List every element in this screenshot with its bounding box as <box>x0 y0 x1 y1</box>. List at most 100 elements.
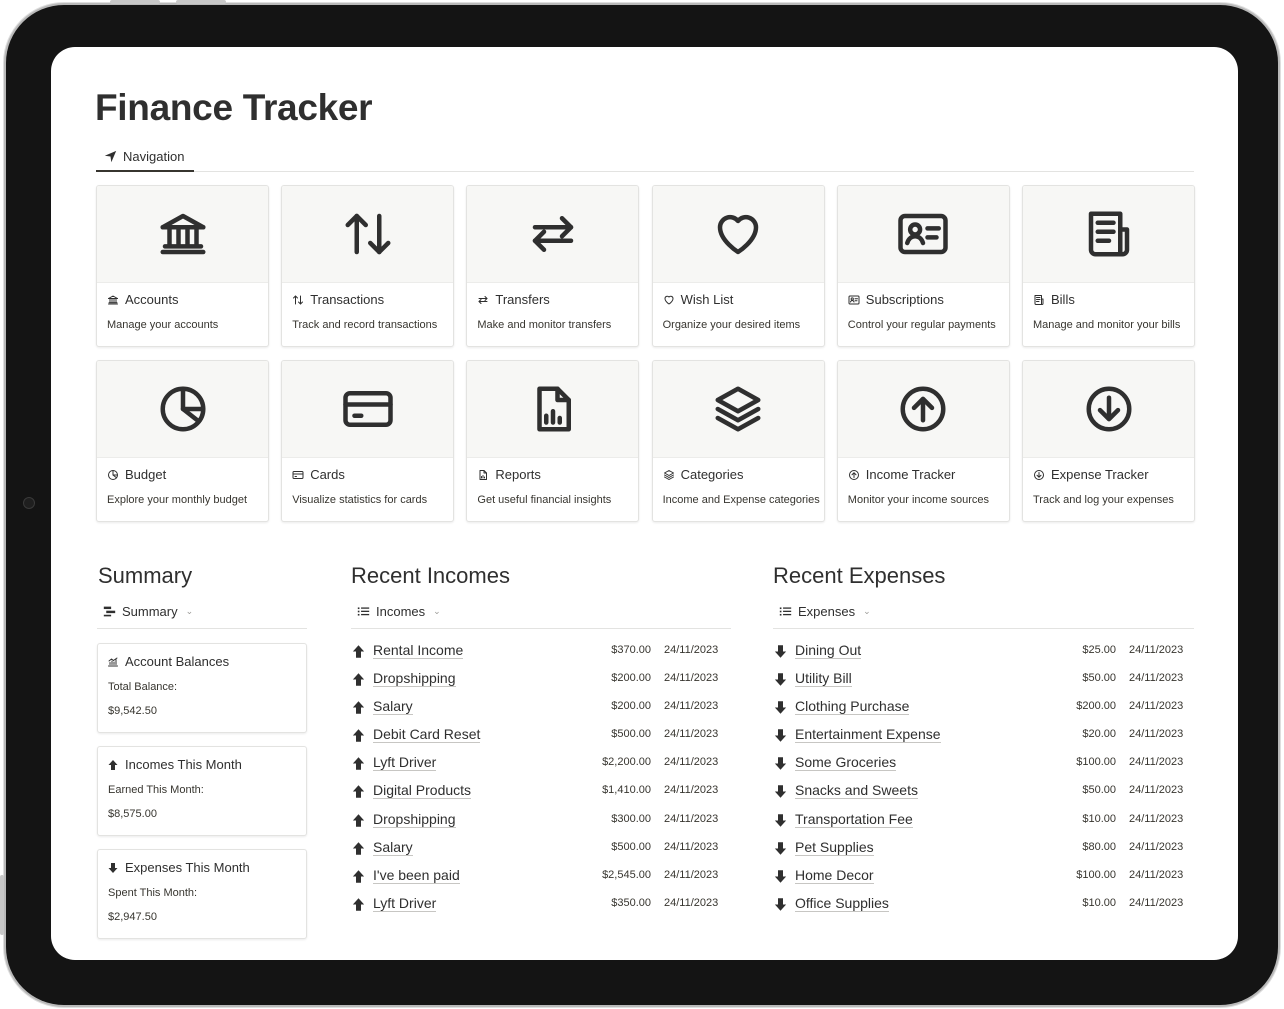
card-title-label: Transactions <box>310 292 385 307</box>
card-description: Manage your accounts <box>107 319 219 331</box>
card-description: Track and log your expenses <box>1033 494 1174 506</box>
nav-card-expense-tracker[interactable]: Expense Tracker Track and log your expens… <box>1022 360 1195 522</box>
expenses-row-date: 24/11/2023 <box>1129 784 1184 797</box>
list-icon <box>779 607 792 616</box>
incomes-row[interactable]: Dropshipping $300.00 24/11/2023 <box>351 806 731 834</box>
incomes-row-name[interactable]: Rental Income <box>373 642 464 659</box>
expenses-row-name[interactable]: Utility Bill <box>795 670 852 688</box>
expenses-view-button[interactable]: Expenses ⌄ <box>779 604 871 619</box>
incomes-row-name[interactable]: Salary <box>373 698 413 716</box>
expenses-row[interactable]: Clothing Purchase $200.00 24/11/2023 <box>773 693 1194 721</box>
incomes-view-button[interactable]: Incomes ⌄ <box>357 604 441 619</box>
incomes-row-date: 24/11/2023 <box>664 784 719 797</box>
expenses-row-name[interactable]: Transportation Fee <box>795 811 913 828</box>
expenses-row-name[interactable]: Clothing Purchase <box>795 698 910 716</box>
expenses-row[interactable]: Transportation Fee $10.00 24/11/2023 <box>773 806 1194 834</box>
incomes-row[interactable]: Debit Card Reset $500.00 24/11/2023 <box>351 721 731 749</box>
summary-card-incomes-this-month[interactable]: Incomes This Month Earned This Month: $8,5… <box>97 746 307 836</box>
expenses-row-name[interactable]: Entertainment Expense <box>795 726 941 744</box>
expenses-row[interactable]: Home Decor $100.00 24/11/2023 <box>773 862 1194 890</box>
nav-card-wish-list[interactable]: Wish List Organize your desired items <box>651 185 825 347</box>
expenses-row-name[interactable]: Pet Supplies <box>795 839 874 856</box>
incomes-row-amount: $2,200.00 <box>602 756 651 769</box>
incomes-row-name[interactable]: Debit Card Reset <box>373 726 481 744</box>
nav-card-transfers[interactable]: Transfers Make and monitor transfers <box>466 185 640 347</box>
arrow-down-icon <box>774 729 787 743</box>
card-title: Cards <box>292 467 345 482</box>
incomes-row-name[interactable]: Lyft Driver <box>373 895 437 912</box>
tab-navigation[interactable]: Navigation <box>96 143 194 172</box>
summary-card-account-balances[interactable]: Account Balances Total Balance: $9,542.50 <box>97 643 307 733</box>
arrow-up-icon <box>108 759 118 770</box>
nav-card-cards[interactable]: Cards Visualize statistics for cards <box>281 360 455 522</box>
expenses-row-amount: $10.00 <box>1082 812 1116 825</box>
expenses-row[interactable]: Dining Out $25.00 24/11/2023 <box>773 637 1194 665</box>
arrow-down-circle-icon <box>1086 386 1131 432</box>
chevron-down-icon: ⌄ <box>433 606 441 616</box>
incomes-row[interactable]: Digital Products $1,410.00 24/11/2023 <box>351 777 731 805</box>
nav-card-transactions[interactable]: Transactions Track and record transaction… <box>281 185 455 347</box>
incomes-row[interactable]: Dropshipping $200.00 24/11/2023 <box>351 665 731 693</box>
summary-card-title: Expenses This Month <box>107 860 250 875</box>
nav-card-accounts[interactable]: Accounts Manage your accounts <box>96 185 269 347</box>
incomes-row-name[interactable]: Dropshipping <box>373 811 456 828</box>
incomes-row[interactable]: Salary $500.00 24/11/2023 <box>351 834 731 862</box>
page-title: Finance Tracker <box>95 87 373 128</box>
expenses-row[interactable]: Office Supplies $10.00 24/11/2023 <box>773 890 1194 918</box>
arrow-up-icon <box>352 870 365 883</box>
incomes-row-name[interactable]: Digital Products <box>373 782 472 800</box>
expenses-row[interactable]: Snacks and Sweets $50.00 24/11/2023 <box>773 777 1194 805</box>
expenses-row-date: 24/11/2023 <box>1129 812 1184 825</box>
chevron-down-icon: ⌄ <box>185 606 194 616</box>
chevron-down-icon: ⌄ <box>863 606 871 616</box>
incomes-row[interactable]: Lyft Driver $350.00 24/11/2023 <box>351 890 731 918</box>
arrow-up-icon <box>352 785 365 799</box>
nav-card-budget[interactable]: Budget Explore your monthly budget <box>96 360 269 522</box>
summary-card-title: Account Balances <box>107 654 229 669</box>
card-description: Explore your monthly budget <box>107 494 248 506</box>
expenses-row[interactable]: Some Groceries $100.00 24/11/2023 <box>773 749 1194 777</box>
expenses-row-date: 24/11/2023 <box>1129 672 1184 685</box>
expenses-row[interactable]: Entertainment Expense $20.00 24/11/2023 <box>773 721 1194 749</box>
incomes-row-name[interactable]: I've been paid <box>373 867 460 884</box>
heart-icon <box>717 214 759 255</box>
card-title-label: Transfers <box>495 292 550 307</box>
incomes-row-date: 24/11/2023 <box>664 896 719 909</box>
summary-card-label: Spent This Month: <box>108 887 198 899</box>
expenses-row-name[interactable]: Home Decor <box>795 867 874 884</box>
arrow-down-icon <box>108 862 118 873</box>
summary-card-title-label: Expenses This Month <box>125 860 250 875</box>
arrow-up-circle-icon <box>848 469 859 480</box>
tablet-screen: Finance Tracker Navigation Accounts Manag… <box>51 47 1238 960</box>
expenses-row-name[interactable]: Snacks and Sweets <box>795 782 918 800</box>
navigation-tabbar: Navigation <box>96 143 1194 172</box>
expenses-row[interactable]: Pet Supplies $80.00 24/11/2023 <box>773 834 1194 862</box>
incomes-row[interactable]: Salary $200.00 24/11/2023 <box>351 693 731 721</box>
arrow-up-icon <box>352 813 365 827</box>
card-description: Income and Expense categories <box>662 494 820 506</box>
summary-view-button[interactable]: Summary ⌄ <box>103 604 193 619</box>
incomes-row-name[interactable]: Salary <box>373 839 413 856</box>
expenses-row-name[interactable]: Some Groceries <box>795 754 897 772</box>
incomes-row-date: 24/11/2023 <box>664 812 719 825</box>
nav-card-income-tracker[interactable]: Income Tracker Monitor your income source… <box>836 360 1010 522</box>
card-description: Control your regular payments <box>847 319 996 331</box>
incomes-row[interactable]: Rental Income $370.00 24/11/2023 <box>351 637 731 665</box>
expenses-row-name[interactable]: Office Supplies <box>795 895 889 912</box>
expenses-row-name[interactable]: Dining Out <box>795 642 862 659</box>
nav-card-reports[interactable]: Reports Get useful financial insights <box>466 360 640 522</box>
incomes-row[interactable]: I've been paid $2,545.00 24/11/2023 <box>351 862 731 890</box>
expenses-row[interactable]: Utility Bill $50.00 24/11/2023 <box>773 665 1194 693</box>
arrow-up-icon <box>352 701 365 714</box>
nav-card-bills[interactable]: Bills Manage and monitor your bills <box>1022 185 1195 347</box>
summary-card-expenses-this-month[interactable]: Expenses This Month Spent This Month: $2,9… <box>97 849 307 939</box>
nav-card-subscriptions[interactable]: Subscriptions Control your regular paymen… <box>836 185 1010 347</box>
nav-card-categories[interactable]: Categories Income and Expense categories <box>651 360 825 522</box>
card-title-label: Categories <box>680 467 744 482</box>
incomes-row-name[interactable]: Dropshipping <box>373 670 456 688</box>
summary-card-title-label: Account Balances <box>125 654 230 669</box>
arrow-up-icon <box>352 729 365 743</box>
incomes-row-amount: $350.00 <box>611 896 651 909</box>
incomes-row-name[interactable]: Lyft Driver <box>373 754 437 772</box>
incomes-row[interactable]: Lyft Driver $2,200.00 24/11/2023 <box>351 749 731 777</box>
